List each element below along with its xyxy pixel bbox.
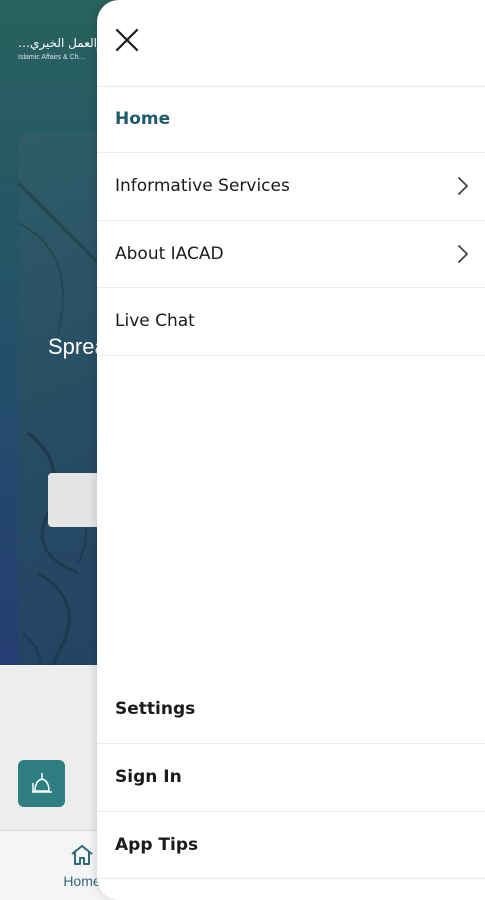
chevron-right-icon [458, 177, 468, 195]
menu-item-settings-label: Settings [115, 699, 196, 719]
menu-item-app-tips[interactable]: App Tips [97, 812, 485, 878]
mosque-icon[interactable] [18, 760, 65, 807]
menu-item-about-iacad[interactable]: About IACAD [97, 221, 485, 287]
menu-item-live-chat[interactable]: Live Chat [97, 288, 485, 354]
logo-english-text: Islamic Affairs & Ch… [18, 54, 86, 61]
menu-item-app-tips-label: App Tips [115, 835, 199, 855]
menu-item-informative-services[interactable]: Informative Services [97, 153, 485, 219]
menu-item-home-label: Home [115, 109, 171, 129]
menu-item-sign-in[interactable]: Sign In [97, 744, 485, 810]
divider [97, 355, 485, 356]
menu-item-informative-services-label: Informative Services [115, 176, 290, 196]
close-icon [115, 28, 139, 52]
mosque-glyph-icon [31, 772, 52, 793]
menu-item-settings[interactable]: Settings [97, 676, 485, 742]
menu-item-about-iacad-label: About IACAD [115, 244, 224, 264]
close-button[interactable] [109, 22, 145, 58]
home-icon [71, 845, 93, 865]
menu-item-sign-in-label: Sign In [115, 767, 182, 787]
menu-item-live-chat-label: Live Chat [115, 311, 195, 331]
navigation-drawer: Home Informative Services About IACAD Li… [97, 0, 485, 900]
divider [97, 878, 485, 879]
chevron-right-icon [458, 245, 468, 263]
menu-item-home[interactable]: Home [97, 86, 485, 152]
